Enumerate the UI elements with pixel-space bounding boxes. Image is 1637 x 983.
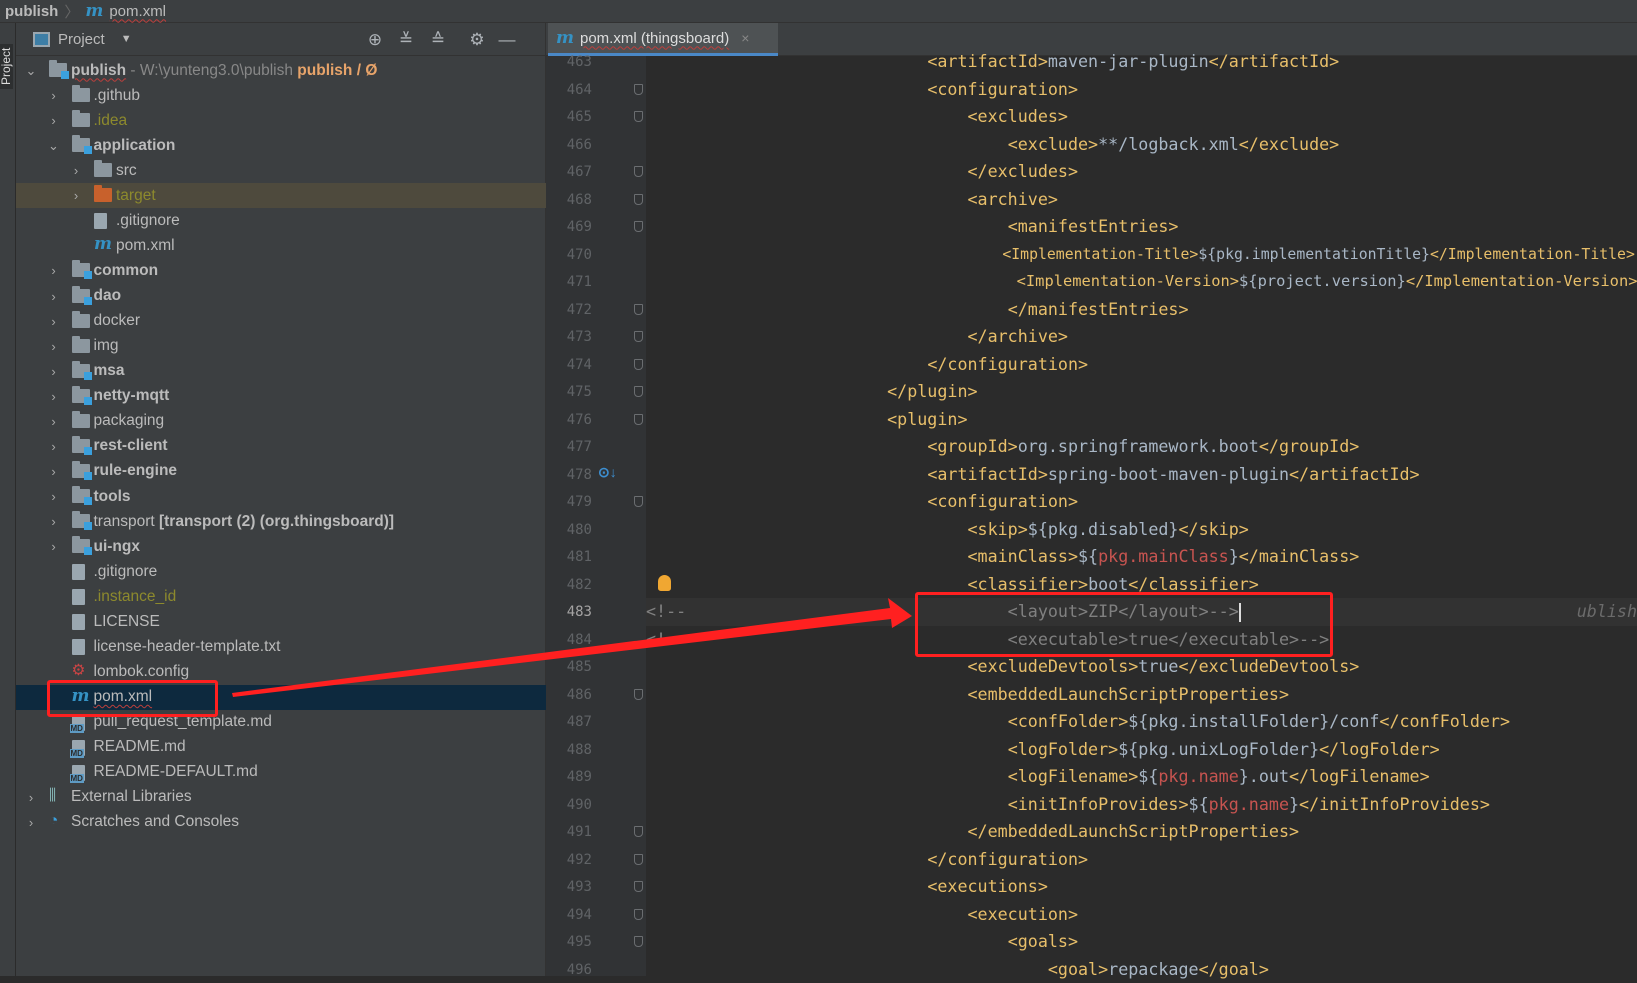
annotation-arrow <box>232 598 912 697</box>
arrow-shape <box>232 598 912 697</box>
